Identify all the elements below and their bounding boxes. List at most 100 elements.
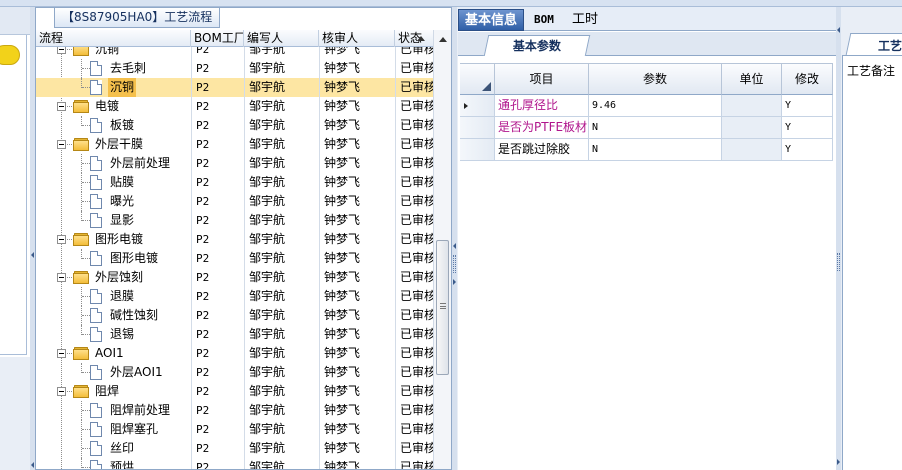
middle-splitter[interactable] (452, 7, 457, 470)
reviewer-cell[interactable]: 钟梦飞 (319, 135, 395, 154)
status-cell[interactable]: 已审核 (395, 401, 433, 420)
splitter-grip-icon[interactable] (453, 255, 456, 273)
tree-step-row[interactable]: 丝印 P2 邹宇航 钟梦飞 已审核 (36, 439, 433, 458)
grid-header-item[interactable]: 项目 (495, 63, 589, 95)
reviewer-cell[interactable]: 钟梦飞 (319, 192, 395, 211)
writer-cell[interactable]: 邹宇航 (244, 401, 319, 420)
reviewer-cell[interactable]: 钟梦飞 (319, 173, 395, 192)
tree-node-name-cell[interactable]: 外层AOI1 (36, 363, 191, 382)
tree-node-name-cell[interactable]: 图形电镀 (36, 249, 191, 268)
tree-folder-row[interactable]: AOI1 P2 邹宇航 钟梦飞 已审核 (36, 344, 433, 363)
scroll-up-arrow-icon[interactable] (439, 37, 447, 42)
status-cell[interactable]: 已审核 (395, 230, 433, 249)
reviewer-cell[interactable]: 钟梦飞 (319, 439, 395, 458)
writer-cell[interactable]: 邹宇航 (244, 192, 319, 211)
tree-folder-row[interactable]: 电镀 P2 邹宇航 钟梦飞 已审核 (36, 97, 433, 116)
writer-cell[interactable]: 邹宇航 (244, 211, 319, 230)
status-cell[interactable]: 已审核 (395, 325, 433, 344)
grid-header-unit[interactable]: 单位 (722, 63, 782, 95)
bom-factory-cell[interactable]: P2 (191, 97, 244, 116)
collapse-toggle-icon[interactable] (57, 349, 66, 358)
bom-factory-cell[interactable]: P2 (191, 116, 244, 135)
writer-cell[interactable]: 邹宇航 (244, 97, 319, 116)
status-cell[interactable]: 已审核 (395, 47, 433, 59)
writer-cell[interactable]: 邹宇航 (244, 249, 319, 268)
tree-step-row[interactable]: 外层AOI1 P2 邹宇航 钟梦飞 已审核 (36, 363, 433, 382)
status-cell[interactable]: 已审核 (395, 154, 433, 173)
bom-factory-cell[interactable]: P2 (191, 306, 244, 325)
status-cell[interactable]: 已审核 (395, 173, 433, 192)
param-value-cell[interactable]: N (589, 117, 722, 139)
tree-step-row[interactable]: 板镀 P2 邹宇航 钟梦飞 已审核 (36, 116, 433, 135)
status-cell[interactable]: 已审核 (395, 192, 433, 211)
status-cell[interactable]: 已审核 (395, 135, 433, 154)
bom-factory-cell[interactable]: P2 (191, 47, 244, 59)
tab-basic-params[interactable]: 基本参数 (483, 35, 591, 56)
reviewer-cell[interactable]: 钟梦飞 (319, 325, 395, 344)
status-cell[interactable]: 已审核 (395, 211, 433, 230)
tree-node-name-cell[interactable]: 沉铜 (36, 78, 191, 97)
tree-step-row[interactable]: 去毛刺 P2 邹宇航 钟梦飞 已审核 (36, 59, 433, 78)
bom-factory-cell[interactable]: P2 (191, 458, 244, 469)
param-item-cell[interactable]: 是否为PTFE板材 (495, 117, 589, 139)
writer-cell[interactable]: 邹宇航 (244, 78, 319, 97)
param-modified-cell[interactable]: Y (782, 95, 833, 117)
param-grid-row[interactable]: 通孔厚径比 9.46 Y (460, 95, 833, 117)
tree-folder-row[interactable]: 图形电镀 P2 邹宇航 钟梦飞 已审核 (36, 230, 433, 249)
tab-basic-info[interactable]: 基本信息 (458, 9, 525, 31)
row-indicator-cell[interactable] (460, 139, 495, 161)
bom-factory-cell[interactable]: P2 (191, 173, 244, 192)
bom-factory-cell[interactable]: P2 (191, 401, 244, 420)
column-header-bom-factory[interactable]: BOM工厂 (191, 30, 244, 47)
tree-node-name-cell[interactable]: 阻焊塞孔 (36, 420, 191, 439)
param-unit-cell[interactable] (722, 95, 782, 117)
tree-step-row[interactable]: 图形电镀 P2 邹宇航 钟梦飞 已审核 (36, 249, 433, 268)
bom-factory-cell[interactable]: P2 (191, 230, 244, 249)
writer-cell[interactable]: 邹宇航 (244, 135, 319, 154)
bom-factory-cell[interactable]: P2 (191, 154, 244, 173)
bom-factory-cell[interactable]: P2 (191, 268, 244, 287)
tree-node-name-cell[interactable]: 贴膜 (36, 173, 191, 192)
writer-cell[interactable]: 邹宇航 (244, 268, 319, 287)
reviewer-cell[interactable]: 钟梦飞 (319, 382, 395, 401)
column-header-status[interactable]: 状态 (395, 30, 433, 47)
tree-node-name-cell[interactable]: 外层前处理 (36, 154, 191, 173)
writer-cell[interactable]: 邹宇航 (244, 154, 319, 173)
writer-cell[interactable]: 邹宇航 (244, 363, 319, 382)
bom-factory-cell[interactable]: P2 (191, 249, 244, 268)
status-cell[interactable]: 已审核 (395, 439, 433, 458)
reviewer-cell[interactable]: 钟梦飞 (319, 78, 395, 97)
status-cell[interactable]: 已审核 (395, 97, 433, 116)
message-bubble-icon[interactable] (0, 45, 20, 65)
tree-node-name-cell[interactable]: 去毛刺 (36, 59, 191, 78)
tree-node-name-cell[interactable]: 退膜 (36, 287, 191, 306)
writer-cell[interactable]: 邹宇航 (244, 382, 319, 401)
param-unit-cell[interactable] (722, 117, 782, 139)
reviewer-cell[interactable]: 钟梦飞 (319, 458, 395, 469)
tree-step-row[interactable]: 阻焊塞孔 P2 邹宇航 钟梦飞 已审核 (36, 420, 433, 439)
tree-node-name-cell[interactable]: 预烘 (36, 458, 191, 469)
collapse-left-arrow-icon[interactable] (31, 462, 34, 468)
param-grid-row[interactable]: 是否为PTFE板材 N Y (460, 117, 833, 139)
bom-factory-cell[interactable]: P2 (191, 363, 244, 382)
tree-folder-row[interactable]: 外层干膜 P2 邹宇航 钟梦飞 已审核 (36, 135, 433, 154)
tree-step-row[interactable]: 沉铜 P2 邹宇航 钟梦飞 已审核 (36, 78, 433, 97)
writer-cell[interactable]: 邹宇航 (244, 306, 319, 325)
tree-node-name-cell[interactable]: 板镀 (36, 116, 191, 135)
row-indicator-cell[interactable] (460, 117, 495, 139)
tree-step-row[interactable]: 阻焊前处理 P2 邹宇航 钟梦飞 已审核 (36, 401, 433, 420)
param-value-cell[interactable]: 9.46 (589, 95, 722, 117)
tab-work-hours[interactable]: 工时 (566, 9, 604, 31)
bom-factory-cell[interactable]: P2 (191, 78, 244, 97)
param-item-cell[interactable]: 通孔厚径比 (495, 95, 589, 117)
collapse-toggle-icon[interactable] (57, 273, 66, 282)
reviewer-cell[interactable]: 钟梦飞 (319, 154, 395, 173)
scrollbar-thumb[interactable] (436, 240, 449, 375)
reviewer-cell[interactable]: 钟梦飞 (319, 47, 395, 59)
bom-factory-cell[interactable]: P2 (191, 344, 244, 363)
bom-factory-cell[interactable]: P2 (191, 192, 244, 211)
writer-cell[interactable]: 邹宇航 (244, 173, 319, 192)
writer-cell[interactable]: 邹宇航 (244, 458, 319, 469)
tree-step-row[interactable]: 贴膜 P2 邹宇航 钟梦飞 已审核 (36, 173, 433, 192)
tree-node-name-cell[interactable]: 外层蚀刻 (36, 268, 191, 287)
